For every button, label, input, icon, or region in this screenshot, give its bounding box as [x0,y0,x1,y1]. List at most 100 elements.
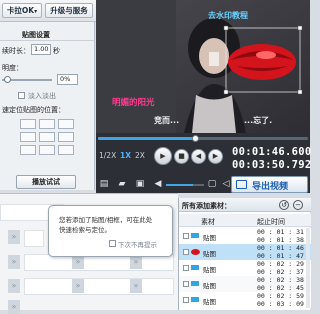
watermark-text: 去水印教程 [208,11,248,20]
folder-icon[interactable]: ▰ [116,179,128,190]
stop-icon[interactable]: ■ [174,149,189,164]
duration-label: 续时长： [2,47,30,55]
chevron-right-icon[interactable]: » [130,279,142,293]
remove-icon[interactable]: − [293,200,303,210]
next-frame-icon[interactable]: ▶ [208,149,223,164]
material-row[interactable]: 贴图 00 : 01 : 46 00 : 01 : 47 [179,244,311,260]
karaoke-label: 卡拉OK [6,6,35,15]
chevron-right-icon[interactable]: » [8,300,20,314]
speed-half-button[interactable]: 1/2X [99,151,116,160]
row-checkbox[interactable] [183,281,189,287]
video-preview[interactable]: 去水印教程 明媚的阳光 竞而... ...忘了. [96,0,310,133]
material-row[interactable]: 贴图 00 : 01 : 31 00 : 01 : 38 [179,228,311,244]
export-video-button[interactable]: 导出视频 [231,176,308,193]
list-title: 所有添加素材： [182,202,231,210]
position-label: 速定位贴图的位置： [2,106,65,114]
row-end-time: 00 : 02 : 45 [257,284,304,292]
scrollbar[interactable] [306,228,310,308]
seek-knob[interactable] [191,135,199,142]
total-time: 00:03:50.792 [232,159,312,171]
speed-1x-button[interactable]: 1X [120,151,131,160]
material-row[interactable]: 贴图 00 : 02 : 29 00 : 02 : 37 [179,260,311,276]
sticker-settings-panel: 贴图设置 续时长： 1.00 秒 明度： 0% 淡入淡出 速定位贴图的位置： 播… [0,22,95,190]
top-toolbar: 卡拉OK▾ 升级与服务 [0,0,96,22]
volume-level [166,184,193,186]
save-icon[interactable]: ▣ [134,179,146,190]
export-icon [236,180,247,189]
row-name: 贴图 [203,298,216,306]
row-name: 贴图 [203,234,216,242]
preview-button[interactable]: 播放试试 [16,175,76,189]
back-icon[interactable]: ↺ [279,200,289,210]
speed-2x-button[interactable]: 2X [135,151,145,160]
opacity-slider-knob[interactable] [4,76,11,83]
material-row[interactable]: 贴图 00 : 02 : 38 00 : 02 : 45 [179,276,311,292]
current-time: 00:01:46.600 [232,146,312,158]
row-checkbox[interactable] [183,297,189,303]
chevron-right-icon[interactable]: » [8,230,20,244]
grid-middle-left[interactable] [20,132,36,142]
lips-thumbnail-icon [191,249,200,255]
row-checkbox[interactable] [183,265,189,271]
row-start-time: 00 : 02 : 59 [257,292,304,300]
dont-show-label: 下次不再提示 [118,241,157,249]
row-end-time: 00 : 02 : 37 [257,268,304,276]
overlay-caption-left: 明媚的阳光 [112,98,155,108]
tooltip-text-line2: 快速检索与定位。 [59,226,111,234]
fade-checkbox[interactable] [18,92,25,99]
row-end-time: 00 : 01 : 38 [257,236,304,244]
grid-bottom-right[interactable] [58,145,74,155]
list-column-header [179,214,311,227]
export-label: 导出视频 [252,182,289,192]
row-checkbox[interactable] [183,233,189,239]
volume-icon[interactable]: ◀ [152,179,164,190]
player-controls: 1/2X 1X 2X ▶ ■ ◀ ▶ 00:01:46.600 00:03:50… [96,133,312,193]
row-start-time: 00 : 01 : 46 [257,244,304,252]
row-start-time: 00 : 02 : 29 [257,260,304,268]
duration-input[interactable]: 1.00 [31,44,51,55]
image-thumbnail-icon [191,265,199,270]
overlay-caption-bottom-right: ...忘了. [244,116,273,125]
chevron-right-icon[interactable]: » [72,255,84,269]
row-start-time: 00 : 02 : 38 [257,276,304,284]
grid-top-left[interactable] [20,119,36,129]
dont-show-checkbox[interactable] [109,240,116,247]
document-icon[interactable]: ▤ [98,179,110,190]
material-row[interactable]: 贴图 00 : 02 : 59 00 : 03 : 09 [179,292,311,308]
dropdown-arrow-icon: ▾ [34,8,38,15]
chevron-right-icon[interactable]: » [72,279,84,293]
upgrade-service-button[interactable]: 升级与服务 [45,3,93,18]
row-checkbox[interactable] [183,249,189,255]
play-icon[interactable]: ▶ [154,147,172,165]
opacity-label: 明度： [2,64,23,72]
grid-middle-center[interactable] [39,132,55,142]
hint-tooltip: 您若添加了贴图/相框，可在此处 快速检索与定位。 下次不再提示 [48,205,173,257]
row-start-time: 00 : 01 : 31 [257,228,304,236]
chevron-right-icon[interactable]: » [8,255,20,269]
material-list-panel: 所有添加素材： ↺ − 素材 起止时间 贴图 00 : 01 : 31 00 : 0… [178,198,311,310]
duration-unit: 秒 [53,47,60,55]
image-thumbnail-icon [191,233,199,238]
fullscreen-icon[interactable]: ▢ [206,179,218,190]
image-thumbnail-icon [191,297,199,302]
chevron-right-icon[interactable]: » [8,279,20,293]
timeline-track[interactable] [24,278,174,295]
grid-middle-right[interactable] [58,132,74,142]
karaoke-dropdown-button[interactable]: 卡拉OK▾ [2,3,42,18]
chevron-right-icon[interactable]: » [130,255,142,269]
opacity-input[interactable]: 0% [57,74,78,85]
prev-frame-icon[interactable]: ◀ [191,149,206,164]
material-rows: 贴图 00 : 01 : 31 00 : 01 : 38 贴图 00 : 01 : 46… [179,228,311,310]
overlay-caption-bottom: 竞而... [154,116,180,125]
tooltip-text-line1: 您若添加了贴图/相框，可在此处 [59,216,153,224]
grid-top-right[interactable] [58,119,74,129]
grid-bottom-center[interactable] [39,145,55,155]
column-start-time: 起止时间 [257,218,285,226]
divider [0,40,95,41]
section-title: 贴图设置 [22,31,50,39]
grid-top-center[interactable] [39,119,55,129]
row-end-time: 00 : 01 : 47 [257,252,304,260]
timeline-track[interactable] [24,230,44,247]
row-name: 贴图 [203,282,216,290]
grid-bottom-left[interactable] [20,145,36,155]
